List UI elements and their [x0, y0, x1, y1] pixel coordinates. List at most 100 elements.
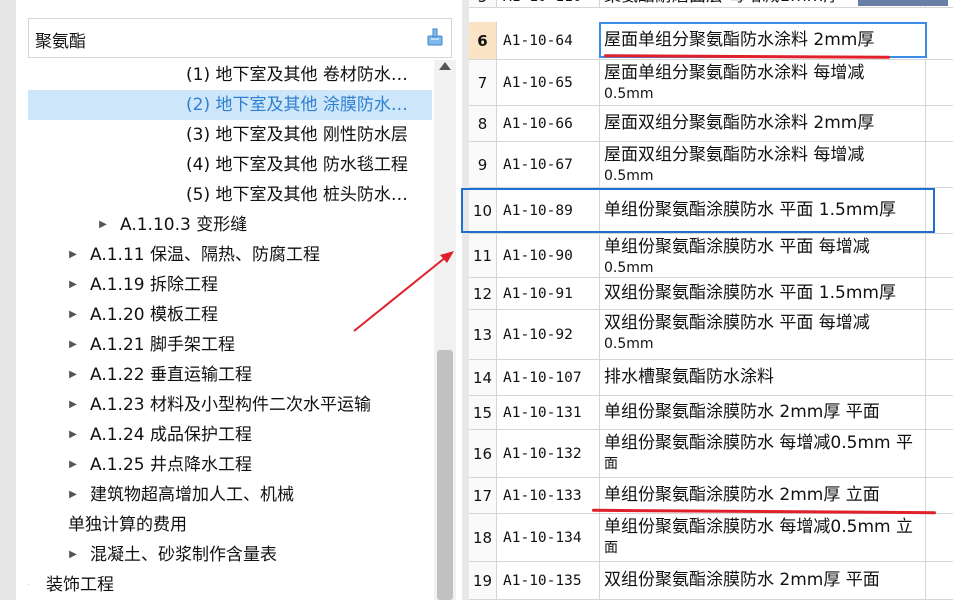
row-number[interactable]: 11	[469, 234, 497, 277]
quota-name-cell[interactable]: 屋面双组分聚氨酯防水涂料 每增减 0.5mm	[600, 142, 926, 187]
quota-code-cell[interactable]: A1-10-66	[498, 106, 600, 141]
row-number[interactable]: 16	[469, 430, 497, 477]
row-number[interactable]: 9	[469, 142, 497, 187]
tree-item-label: A.1.11 保温、隔热、防腐工程	[90, 245, 320, 265]
quota-name-text: 屋面双组分聚氨酯防水涂料 2mm厚	[604, 113, 875, 133]
quota-code-cell[interactable]: A1-10-65	[498, 60, 600, 105]
tree-item[interactable]: ▶ 混凝土、砂浆制作含量表	[28, 540, 432, 570]
row-number[interactable]: 15	[469, 396, 497, 429]
tree-item[interactable]: (5) 地下室及其他 桩头防水…	[28, 180, 432, 210]
quota-name-cell[interactable]: 单组份聚氨酯涂膜防水 平面 每增减 0.5mm	[600, 234, 926, 277]
row-number[interactable]: 14	[469, 360, 497, 395]
quota-code-cell[interactable]: A1-10-107	[498, 360, 600, 395]
row-number[interactable]: 6	[469, 22, 497, 59]
quota-name-text: 双组份聚氨酯涂膜防水 平面 每增减	[604, 313, 870, 333]
quota-name-cell[interactable]: 单组份聚氨酯涂膜防水 2mm厚 立面	[600, 478, 926, 513]
tree-item-label: A.1.20 模板工程	[90, 305, 218, 325]
tree-item[interactable]: ▶ A.1.10.3 变形缝	[28, 210, 432, 240]
tree-item-label: 装饰工程	[46, 575, 114, 595]
table-row[interactable]: 12 A1-10-91 双组份聚氨酯涂膜防水 平面 1.5mm厚	[462, 278, 953, 310]
tree-item[interactable]: (1) 地下室及其他 卷材防水…	[28, 60, 432, 90]
table-row[interactable]: 13 A1-10-92 双组份聚氨酯涂膜防水 平面 每增减 0.5mm	[462, 310, 953, 360]
expand-arrow-icon[interactable]: ▶	[68, 390, 78, 420]
quota-code-cell[interactable]: A1-10-131	[498, 396, 600, 429]
quota-name-cell[interactable]: 单组份聚氨酯涂膜防水 每增减0.5mm 平面	[600, 430, 926, 477]
table-row[interactable]: 19 A1-10-135 双组份聚氨酯涂膜防水 2mm厚 平面	[462, 562, 953, 600]
expand-arrow-icon[interactable]: ▶	[68, 450, 78, 480]
scroll-up-arrow-icon[interactable]	[439, 62, 451, 70]
quota-name-cell[interactable]: 单组份聚氨酯涂膜防水 2mm厚 平面	[600, 396, 926, 429]
search-input[interactable]: 聚氨酯	[28, 18, 452, 58]
row-number[interactable]: 7	[469, 60, 497, 105]
table-row[interactable]: 9 A1-10-67 屋面双组分聚氨酯防水涂料 每增减 0.5mm	[462, 142, 953, 188]
quota-code-cell[interactable]: A1-10-132	[498, 430, 600, 477]
tree-item[interactable]: ▶ A.1.25 井点降水工程	[28, 450, 432, 480]
expand-arrow-icon[interactable]: ▶	[98, 210, 108, 240]
expand-arrow-icon[interactable]: ▶	[68, 420, 78, 450]
row-number[interactable]: 5	[469, 0, 497, 7]
tree-item-label: A.1.23 材料及小型构件二次水平运输	[90, 395, 371, 415]
row-number[interactable]: 18	[469, 514, 497, 561]
row-number[interactable]: 13	[469, 310, 497, 359]
tree-item[interactable]: ▶ A.1.23 材料及小型构件二次水平运输	[28, 390, 432, 420]
expand-arrow-icon[interactable]: ▶	[68, 270, 78, 300]
quota-code-cell[interactable]: A1-10-90	[498, 234, 600, 277]
tree-item[interactable]: (3) 地下室及其他 刚性防水层	[28, 120, 432, 150]
panel-edge	[0, 0, 16, 600]
quota-name-cell[interactable]: 排水槽聚氨酯防水涂料	[600, 360, 926, 395]
row-number[interactable]: 19	[469, 562, 497, 599]
quota-name-cell[interactable]: 双组份聚氨酯涂膜防水 平面 每增减 0.5mm	[600, 310, 926, 359]
quota-name-continuation: 0.5mm	[604, 336, 654, 352]
quota-code-cell[interactable]: A1-10-110	[498, 0, 600, 7]
annotation-red-arrow-icon	[353, 251, 454, 332]
quota-name-cell[interactable]: 单组份聚氨酯涂膜防水 每增减0.5mm 立面	[600, 514, 926, 561]
quota-code-cell[interactable]: A1-10-91	[498, 278, 600, 309]
table-row[interactable]: 11 A1-10-90 单组份聚氨酯涂膜防水 平面 每增减 0.5mm	[462, 234, 953, 278]
quota-name-text: 单组份聚氨酯涂膜防水 2mm厚 立面	[604, 485, 880, 505]
annotation-blue-box	[461, 188, 935, 233]
quota-name-cell[interactable]: 屋面单组分聚氨酯防水涂料 每增减 0.5mm	[600, 60, 926, 105]
row-number[interactable]: 12	[469, 278, 497, 309]
search-value: 聚氨酯	[35, 32, 86, 52]
quota-code-cell[interactable]: A1-10-135	[498, 562, 600, 599]
quota-name-text: 聚氨酯耐磨面层 每增减1mm厚	[604, 0, 840, 7]
quota-code-cell[interactable]: A1-10-67	[498, 142, 600, 187]
expand-arrow-icon[interactable]: ▶	[68, 300, 78, 330]
tree-item-label: (3) 地下室及其他 刚性防水层	[186, 125, 408, 145]
expand-arrow-icon[interactable]: ▶	[68, 540, 78, 570]
clear-search-icon[interactable]	[425, 27, 445, 47]
expand-arrow-icon[interactable]: ▶	[68, 240, 78, 270]
expand-arrow-icon[interactable]: ▶	[68, 330, 78, 360]
tree-item-label: 建筑物超高增加人工、机械	[90, 485, 294, 505]
scroll-thumb[interactable]	[437, 350, 453, 600]
table-row[interactable]: 18 A1-10-134 单组份聚氨酯涂膜防水 每增减0.5mm 立面	[462, 514, 953, 562]
tree-item-label: A.1.22 垂直运输工程	[90, 365, 252, 385]
table-row[interactable]: 15 A1-10-131 单组份聚氨酯涂膜防水 2mm厚 平面	[462, 396, 953, 430]
quota-code-cell[interactable]: A1-10-134	[498, 514, 600, 561]
table-row[interactable]: 7 A1-10-65 屋面单组分聚氨酯防水涂料 每增减 0.5mm	[462, 60, 953, 106]
tree-item[interactable]: ▶ A.1.24 成品保护工程	[28, 420, 432, 450]
tree-item-label: A.1.19 拆除工程	[90, 275, 218, 295]
table-row[interactable]: 14 A1-10-107 排水槽聚氨酯防水涂料	[462, 360, 953, 396]
quota-code-cell[interactable]: A1-10-92	[498, 310, 600, 359]
quota-name-continuation: 0.5mm	[604, 168, 654, 184]
row-number[interactable]: 8	[469, 106, 497, 141]
expand-arrow-icon[interactable]: ▶	[68, 360, 78, 390]
expand-arrow-icon[interactable]: ▶	[68, 480, 78, 510]
quota-code-cell[interactable]: A1-10-64	[498, 22, 600, 59]
tree-item[interactable]: ▶ 装饰工程	[28, 570, 414, 600]
tree-item[interactable]: (4) 地下室及其他 防水毯工程	[28, 150, 432, 180]
tree-item[interactable]: (2) 地下室及其他 涂膜防水…	[28, 90, 432, 120]
quota-name-cell[interactable]: 双组份聚氨酯涂膜防水 平面 1.5mm厚	[600, 278, 926, 309]
quota-name-cell[interactable]: 屋面双组分聚氨酯防水涂料 2mm厚	[600, 106, 926, 141]
expand-arrow-icon[interactable]: ▶	[28, 570, 30, 600]
row-number[interactable]: 17	[469, 478, 497, 513]
table-row[interactable]: 8 A1-10-66 屋面双组分聚氨酯防水涂料 2mm厚	[462, 106, 953, 142]
tree-item[interactable]: ▶ 建筑物超高增加人工、机械	[28, 480, 432, 510]
tree-item[interactable]: ▶ A.1.22 垂直运输工程	[28, 360, 432, 390]
table-row[interactable]: 17 A1-10-133 单组份聚氨酯涂膜防水 2mm厚 立面	[462, 478, 953, 514]
table-row[interactable]: 16 A1-10-132 单组份聚氨酯涂膜防水 每增减0.5mm 平面	[462, 430, 953, 478]
quota-name-cell[interactable]: 双组份聚氨酯涂膜防水 2mm厚 平面	[600, 562, 926, 599]
quota-code-cell[interactable]: A1-10-133	[498, 478, 600, 513]
tree-item[interactable]: 单独计算的费用	[28, 510, 432, 540]
